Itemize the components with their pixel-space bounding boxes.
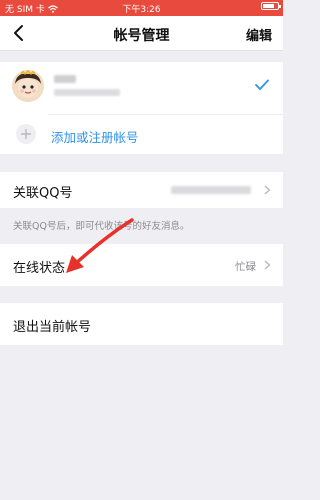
linked-qq-hint: 关联QQ号后，即可代收该号的好友消息。 xyxy=(13,221,190,232)
status-bar: 无 SIM 卡 下午3:26 xyxy=(0,0,283,16)
account-id-redacted xyxy=(54,89,120,96)
online-status-label: 在线状态 xyxy=(13,261,66,276)
page-title: 帐号管理 xyxy=(113,28,170,44)
status-right xyxy=(261,2,281,10)
edit-button[interactable]: 编辑 xyxy=(246,25,272,44)
logout-row[interactable]: 退出当前帐号 xyxy=(0,303,283,345)
linked-qq-label: 关联QQ号 xyxy=(13,186,73,201)
chevron-right-icon xyxy=(264,260,271,270)
online-status-row[interactable]: 在线状态 忙碌 xyxy=(0,244,283,286)
online-status-value: 忙碌 xyxy=(235,261,256,273)
nav-bar: 帐号管理 编辑 xyxy=(0,16,283,51)
add-account-row[interactable]: 添加或注册帐号 xyxy=(0,115,283,154)
linked-qq-value-redacted xyxy=(171,186,251,194)
logout-label: 退出当前帐号 xyxy=(13,320,92,335)
account-name-redacted xyxy=(54,75,76,83)
current-account-row[interactable] xyxy=(0,62,283,114)
avatar xyxy=(12,70,44,102)
plus-icon xyxy=(16,124,36,144)
bottom-area xyxy=(0,484,283,500)
status-time: 下午3:26 xyxy=(122,5,161,15)
add-account-label: 添加或注册帐号 xyxy=(51,130,139,145)
chevron-right-icon xyxy=(264,185,271,195)
battery-icon xyxy=(261,2,281,10)
avatar-face-icon xyxy=(12,70,44,102)
linked-qq-row[interactable]: 关联QQ号 xyxy=(0,172,283,208)
account-list: 添加或注册帐号 xyxy=(0,62,283,154)
checkmark-icon xyxy=(255,79,269,90)
